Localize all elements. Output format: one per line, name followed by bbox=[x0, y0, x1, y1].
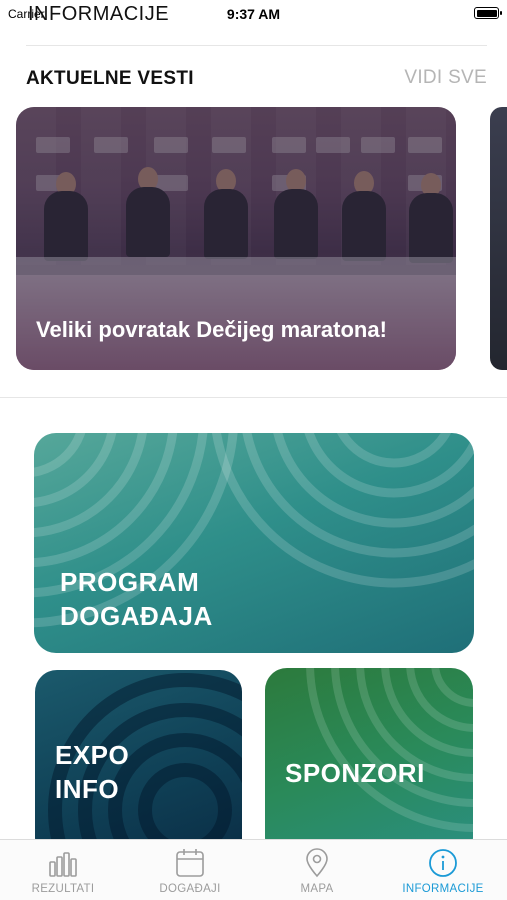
calendar-icon bbox=[176, 849, 204, 877]
news-card-next[interactable] bbox=[490, 107, 507, 370]
tab-label-rezultati: REZULTATI bbox=[31, 883, 95, 895]
status-bar: Carrier INFORMACIJE 9:37 AM bbox=[0, 0, 507, 30]
info-icon bbox=[429, 849, 457, 877]
tab-rezultati[interactable]: REZULTATI bbox=[0, 840, 126, 900]
map-pin-icon bbox=[306, 848, 328, 878]
tab-label-informacije: INFORMACIJE bbox=[402, 883, 484, 895]
expo-tile-label: EXPO INFO bbox=[55, 740, 130, 804]
tab-informacije[interactable]: INFORMACIJE bbox=[380, 840, 506, 900]
battery-icon bbox=[474, 7, 502, 19]
section-divider bbox=[0, 397, 507, 398]
program-tile-label: PROGRAM DOGAĐAJA bbox=[60, 567, 213, 631]
news-title: Veliki povratak Dečijeg maratona! bbox=[36, 317, 387, 342]
tab-dogadjaji[interactable]: DOGAĐAJI bbox=[127, 840, 253, 900]
program-tile[interactable]: PROGRAM DOGAĐAJA bbox=[34, 433, 474, 653]
bar-chart-icon bbox=[49, 852, 77, 877]
tab-label-dogadjaji: DOGAĐAJI bbox=[159, 883, 221, 895]
status-time: 9:37 AM bbox=[226, 6, 281, 22]
see-all-link[interactable]: VIDI SVE bbox=[404, 67, 487, 89]
header-divider bbox=[26, 45, 487, 46]
sponsors-tile-label: SPONZORI bbox=[285, 758, 425, 788]
news-card[interactable]: Veliki povratak Dečijeg maratona! bbox=[16, 107, 456, 370]
news-section-title: AKTUELNE VESTI bbox=[26, 68, 194, 89]
tab-mapa[interactable]: MAPA bbox=[254, 840, 380, 900]
tab-bar: REZULTATI DOGAĐAJI MAPA INFORMACIJE bbox=[0, 839, 507, 900]
expo-info-tile[interactable]: EXPO INFO bbox=[35, 670, 242, 860]
tab-label-mapa: MAPA bbox=[300, 883, 334, 895]
sponsors-tile[interactable]: SPONZORI bbox=[265, 668, 473, 860]
